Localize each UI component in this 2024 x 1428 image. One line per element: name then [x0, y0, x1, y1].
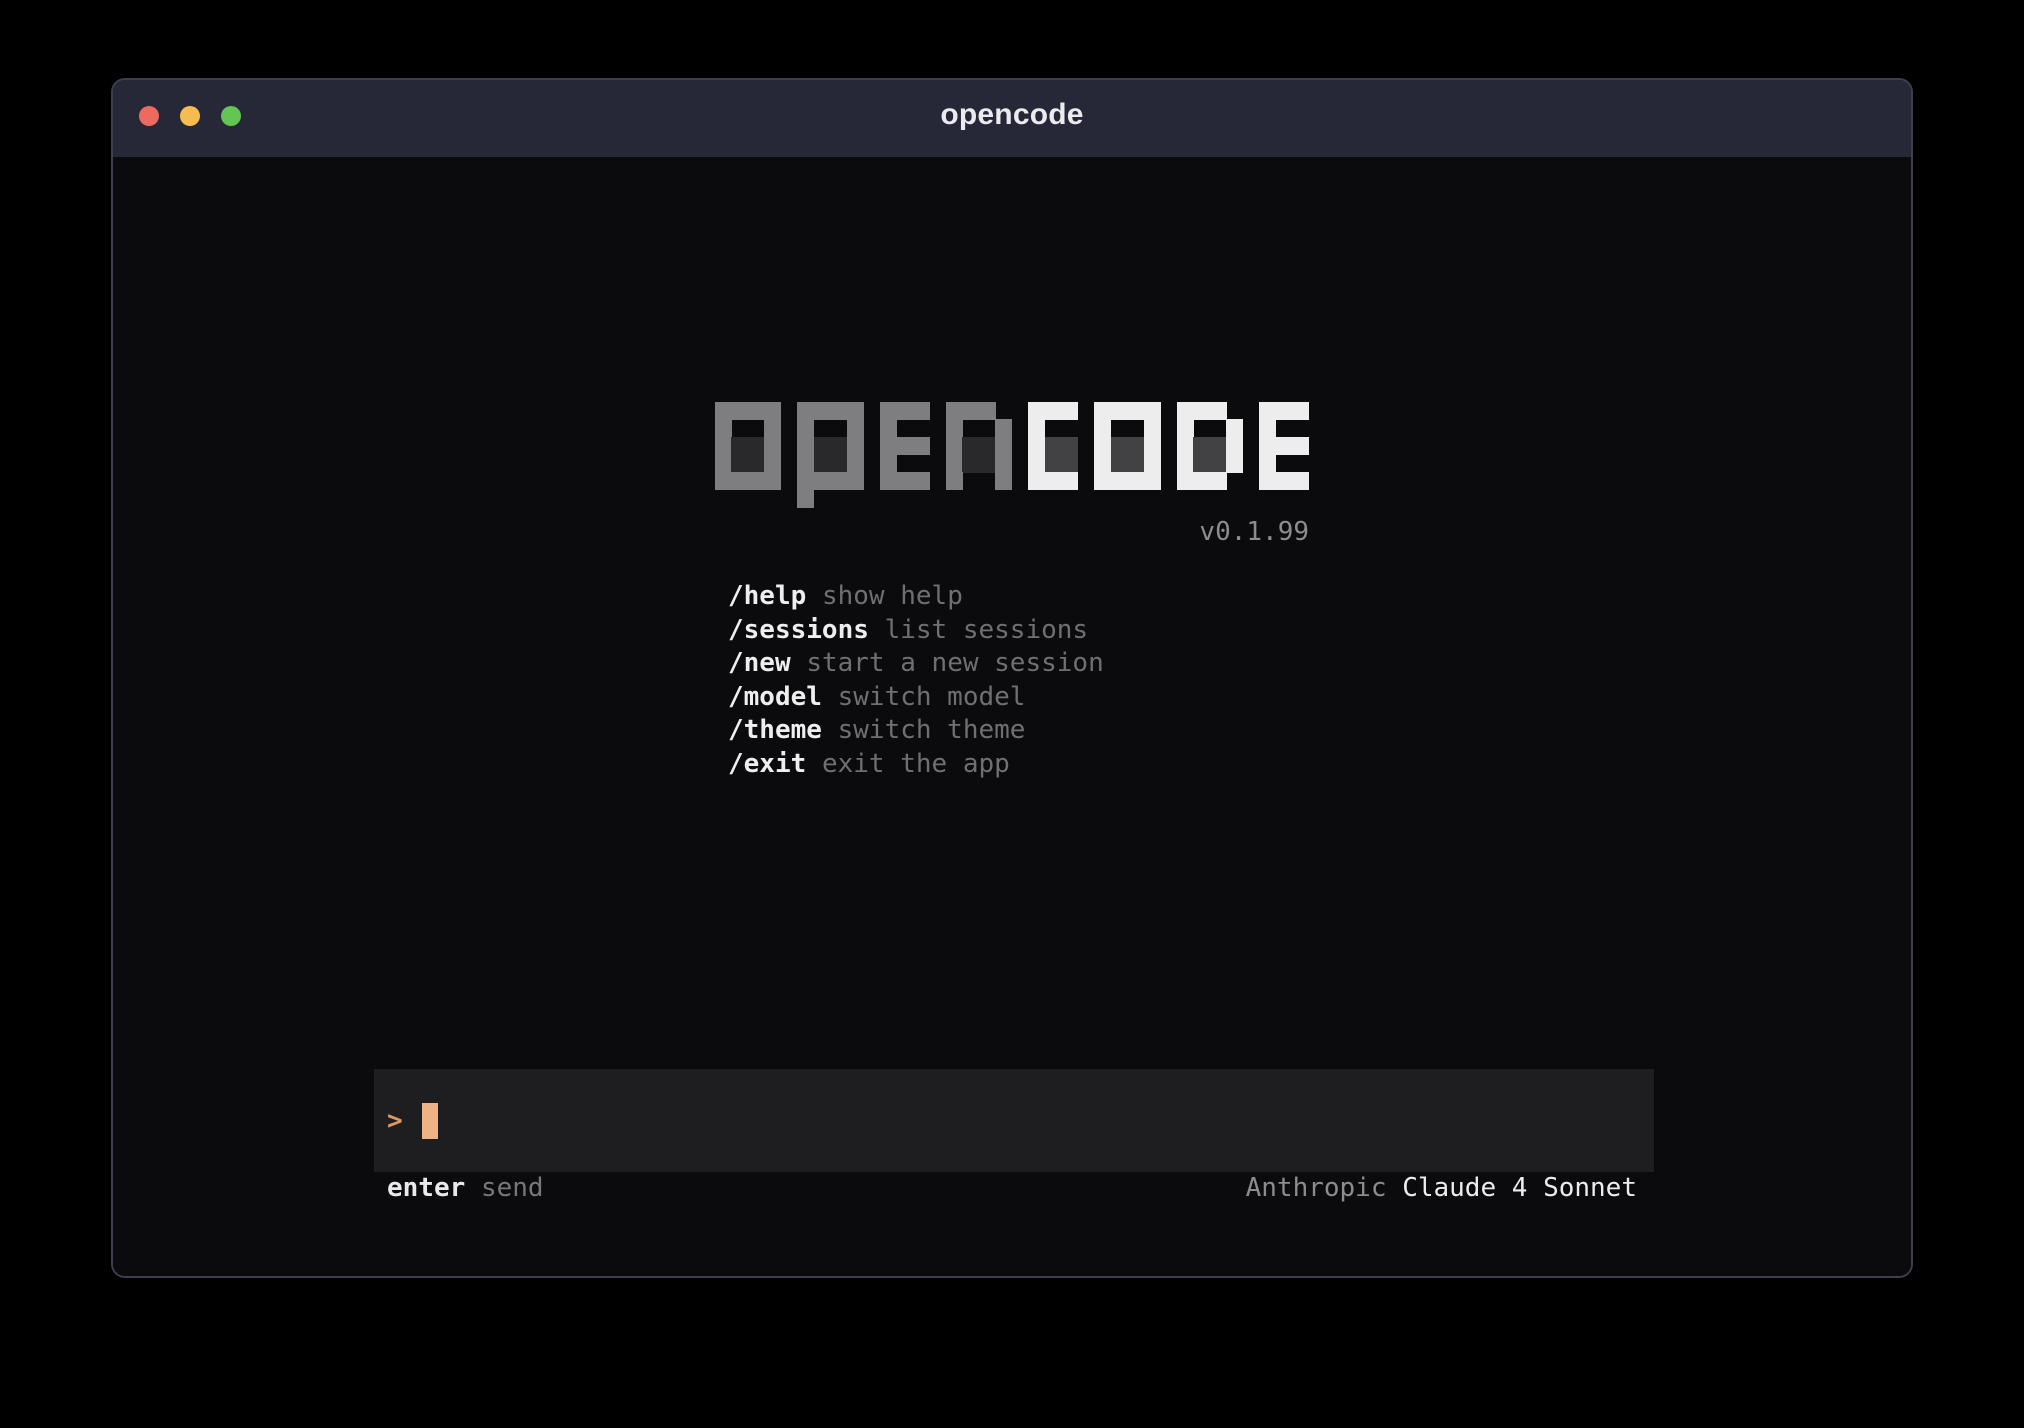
model-label: Claude 4 Sonnet	[1402, 1173, 1637, 1203]
command-description: switch model	[838, 681, 1026, 715]
zoom-button[interactable]	[221, 106, 241, 126]
keybind-hint: enter send	[387, 1173, 544, 1203]
command-name: /new	[728, 647, 791, 681]
command-description: switch theme	[838, 714, 1026, 748]
prompt-symbol: >	[387, 1106, 403, 1136]
window-title: opencode	[940, 98, 1083, 132]
command-description: exit the app	[822, 748, 1010, 782]
command-item: /sessions list sessions	[728, 614, 1104, 648]
input-row: >	[387, 1069, 438, 1172]
command-list: /help show help /sessions list sessions …	[728, 580, 1104, 781]
titlebar[interactable]: opencode	[113, 80, 1911, 157]
command-item: /theme switch theme	[728, 714, 1104, 748]
prompt-input[interactable]: >	[374, 1069, 1654, 1172]
send-action-label: send	[481, 1173, 544, 1203]
command-item: /exit exit the app	[728, 748, 1104, 782]
provider-label: Anthropic	[1246, 1173, 1387, 1203]
logo-letter	[880, 402, 930, 490]
command-name: /model	[728, 681, 822, 715]
logo-letter	[1260, 402, 1310, 490]
statusbar: enter send Anthropic Claude 4 Sonnet	[387, 1171, 1637, 1205]
logo-letter	[798, 402, 864, 490]
logo-letter	[1029, 402, 1079, 490]
command-name: /theme	[728, 714, 822, 748]
model-indicator: Anthropic Claude 4 Sonnet	[1246, 1173, 1637, 1203]
command-item: /help show help	[728, 580, 1104, 614]
command-name: /help	[728, 580, 806, 614]
command-name: /exit	[728, 748, 806, 782]
command-item: /new start a new session	[728, 647, 1104, 681]
logo-letter	[715, 402, 781, 490]
window-controls	[139, 106, 241, 126]
close-button[interactable]	[139, 106, 159, 126]
minimize-button[interactable]	[180, 106, 200, 126]
logo-pixel-art	[715, 402, 1309, 490]
logo-letter	[1177, 402, 1243, 490]
command-item: /model switch model	[728, 681, 1104, 715]
command-description: show help	[822, 580, 963, 614]
command-name: /sessions	[728, 614, 869, 648]
logo-letter	[946, 402, 1012, 490]
opencode-logo: v0.1.99	[113, 402, 1911, 547]
enter-key-label: enter	[387, 1173, 465, 1203]
logo-letter	[1095, 402, 1161, 490]
command-description: start a new session	[806, 647, 1103, 681]
version-label: v0.1.99	[715, 517, 1309, 547]
opencode-window: opencode v0.1.99 /help show help /sessio…	[111, 78, 1913, 1278]
command-description: list sessions	[885, 614, 1089, 648]
terminal-content: v0.1.99 /help show help /sessions list s…	[113, 157, 1911, 1276]
text-cursor	[422, 1103, 438, 1139]
